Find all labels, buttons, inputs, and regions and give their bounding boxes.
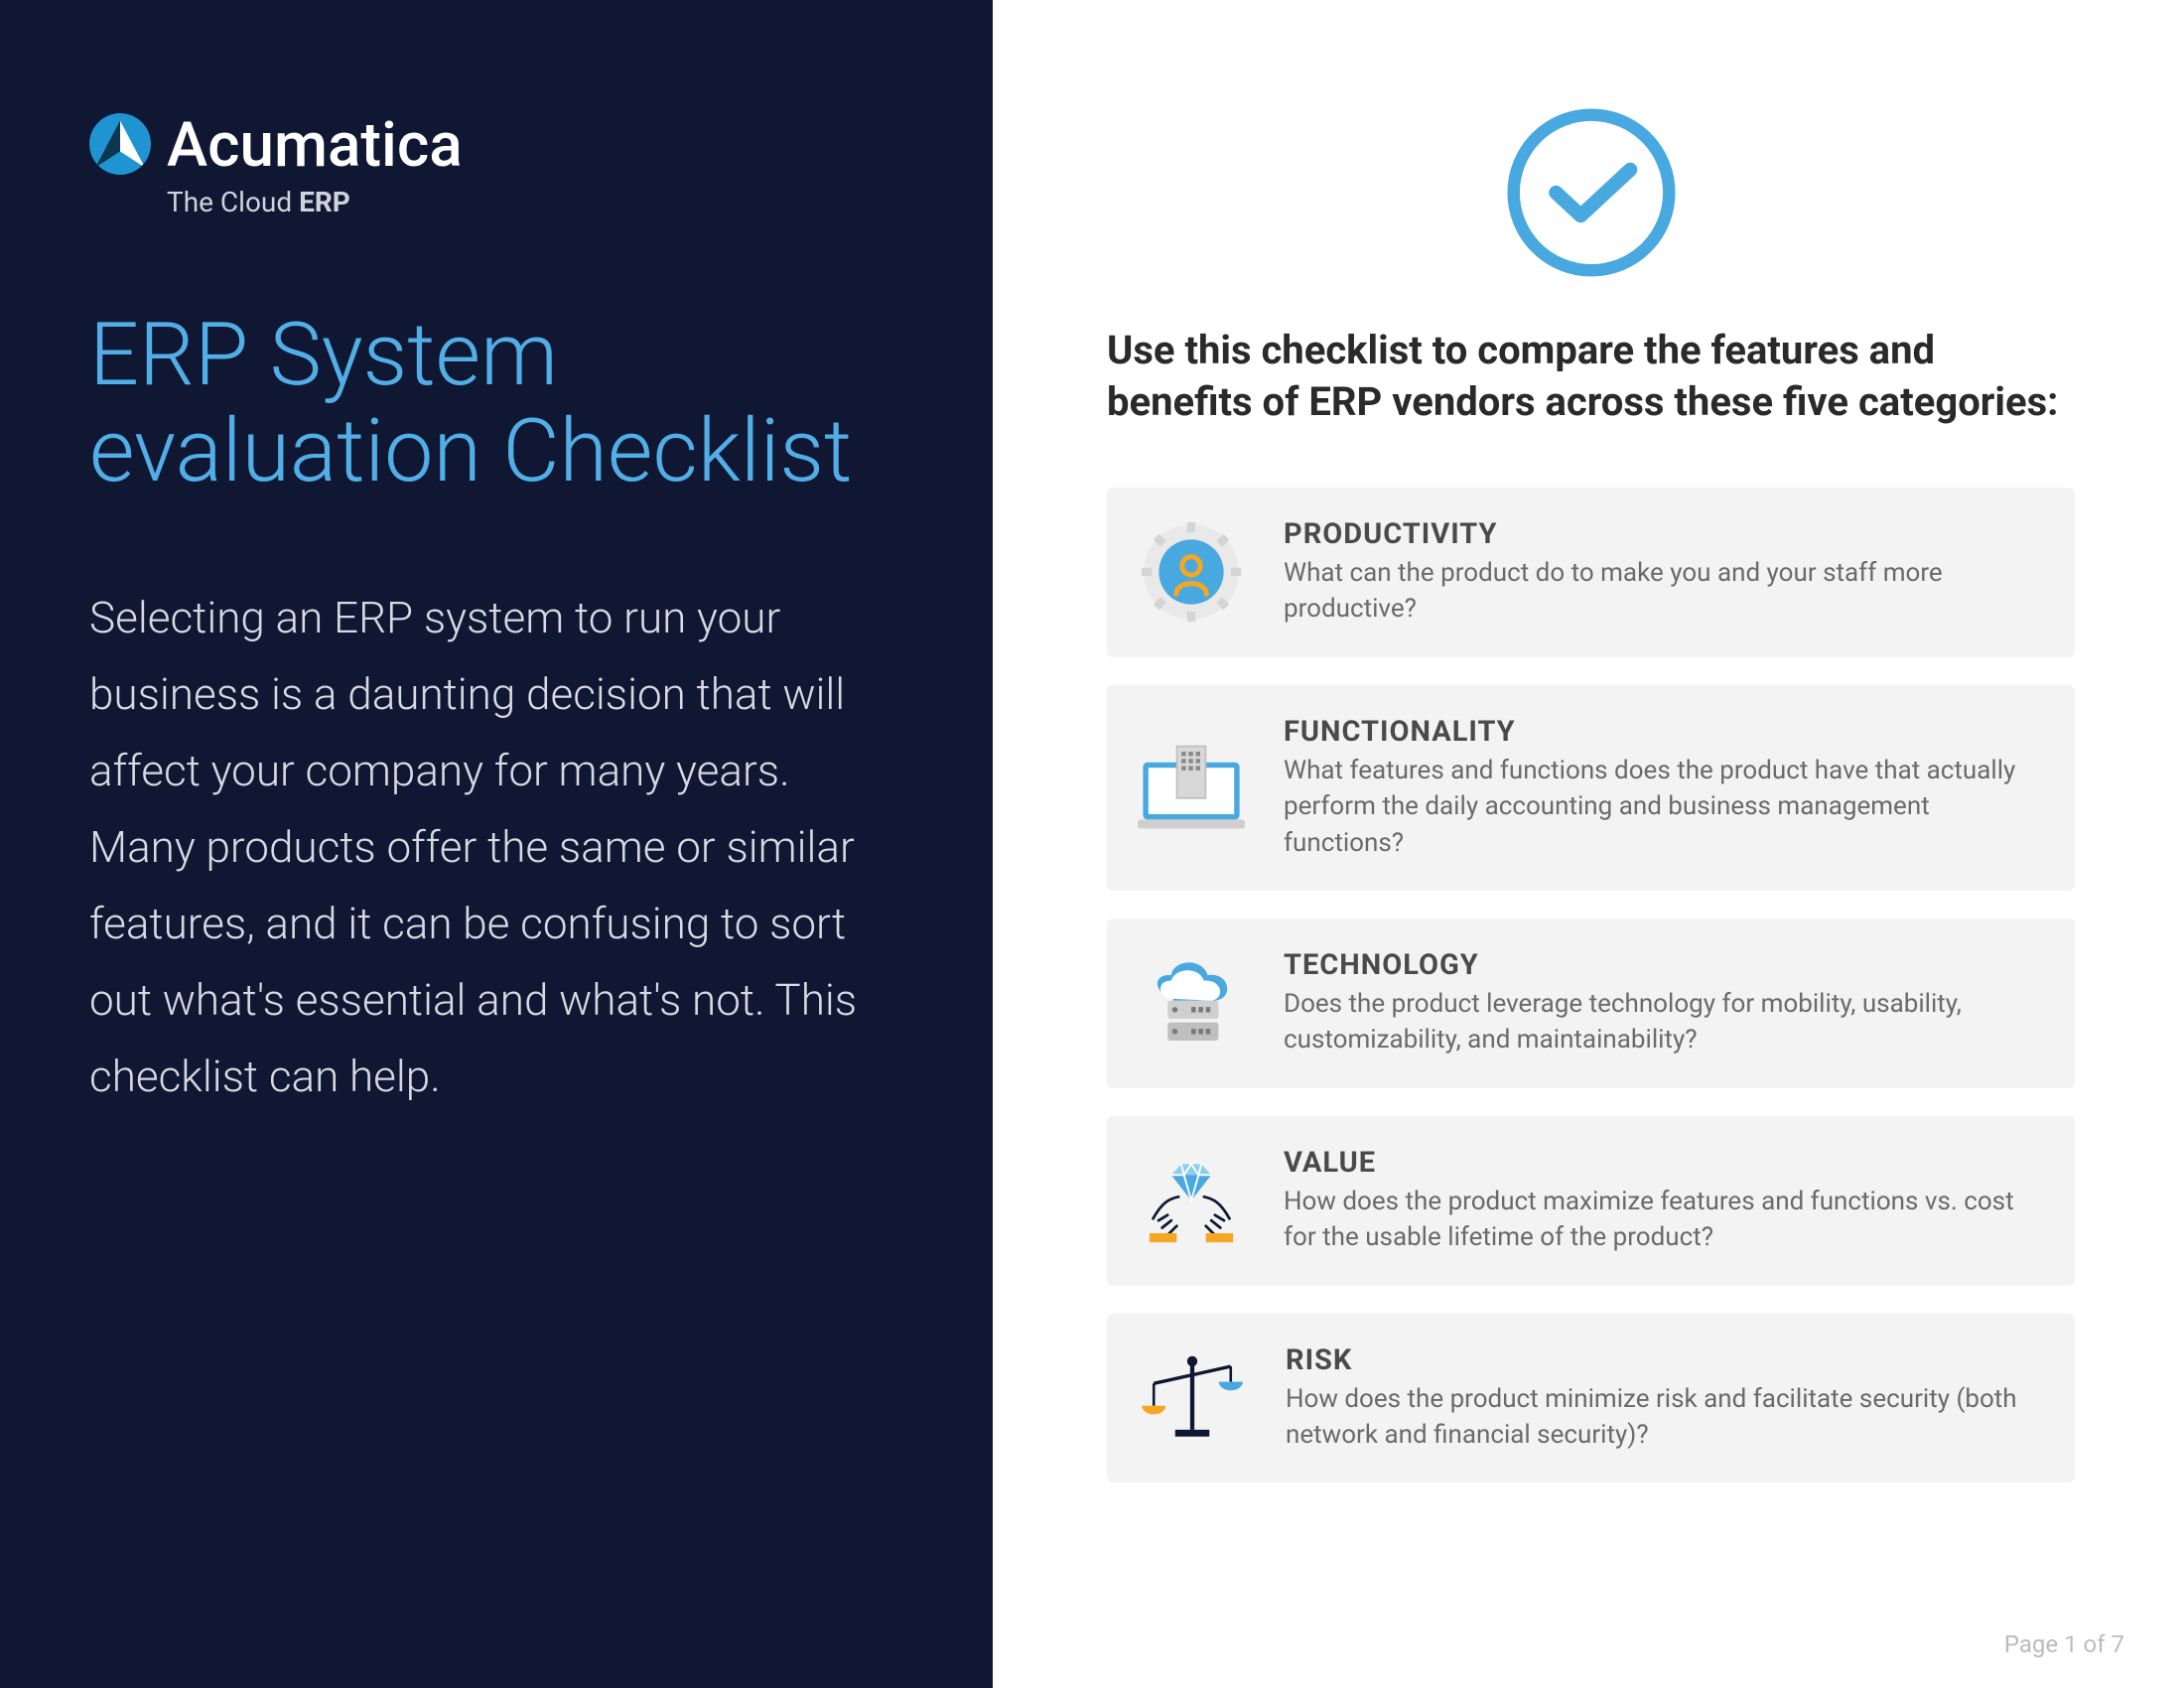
- right-panel: Use this checklist to compare the featur…: [993, 0, 2184, 1688]
- category-card-functionality: FUNCTIONALITY What features and function…: [1107, 685, 2075, 891]
- value-icon: [1137, 1155, 1246, 1246]
- risk-icon: [1137, 1348, 1248, 1448]
- title-line-2: evaluation Checklist: [89, 400, 852, 502]
- brand-tagline: The Cloud ERP: [167, 186, 903, 218]
- category-title: PRODUCTIVITY: [1284, 517, 2037, 551]
- category-card-technology: TECHNOLOGY Does the product leverage tec…: [1107, 918, 2075, 1088]
- brand-logo: Acumatica: [89, 109, 903, 182]
- category-card-productivity: PRODUCTIVITY What can the product do to …: [1107, 488, 2075, 657]
- category-desc: How does the product maximize features a…: [1284, 1184, 2037, 1256]
- brand-mark-icon: [89, 113, 151, 179]
- category-card-risk: RISK How does the product minimize risk …: [1107, 1314, 2075, 1483]
- category-title: TECHNOLOGY: [1284, 948, 2037, 982]
- category-desc: Does the product leverage technology for…: [1284, 986, 2037, 1058]
- checkmark-circle-icon: [1503, 104, 1680, 285]
- productivity-icon: [1137, 521, 1246, 623]
- tagline-bold: ERP: [299, 186, 350, 218]
- category-desc: How does the product minimize risk and f…: [1286, 1381, 2037, 1454]
- functionality-icon: [1137, 743, 1246, 832]
- title-line-1: ERP System: [89, 304, 558, 406]
- category-title: FUNCTIONALITY: [1284, 715, 2037, 749]
- category-desc: What can the product do to make you and …: [1284, 555, 2037, 628]
- brand-name: Acumatica: [167, 109, 463, 182]
- page-footer: Page 1 of 7: [2004, 1630, 2124, 1658]
- category-title: VALUE: [1284, 1146, 2037, 1180]
- category-card-value: VALUE How does the product maximize feat…: [1107, 1116, 2075, 1286]
- left-panel: Acumatica The Cloud ERP ERP System evalu…: [0, 0, 993, 1688]
- right-heading: Use this checklist to compare the featur…: [1107, 325, 2075, 428]
- category-title: RISK: [1286, 1343, 2037, 1377]
- tagline-pre: The Cloud: [167, 186, 299, 218]
- technology-icon: [1137, 955, 1246, 1051]
- intro-paragraph: Selecting an ERP system to run your busi…: [89, 580, 893, 1115]
- page-title: ERP System evaluation Checklist: [89, 308, 903, 500]
- category-desc: What features and functions does the pro…: [1284, 753, 2037, 861]
